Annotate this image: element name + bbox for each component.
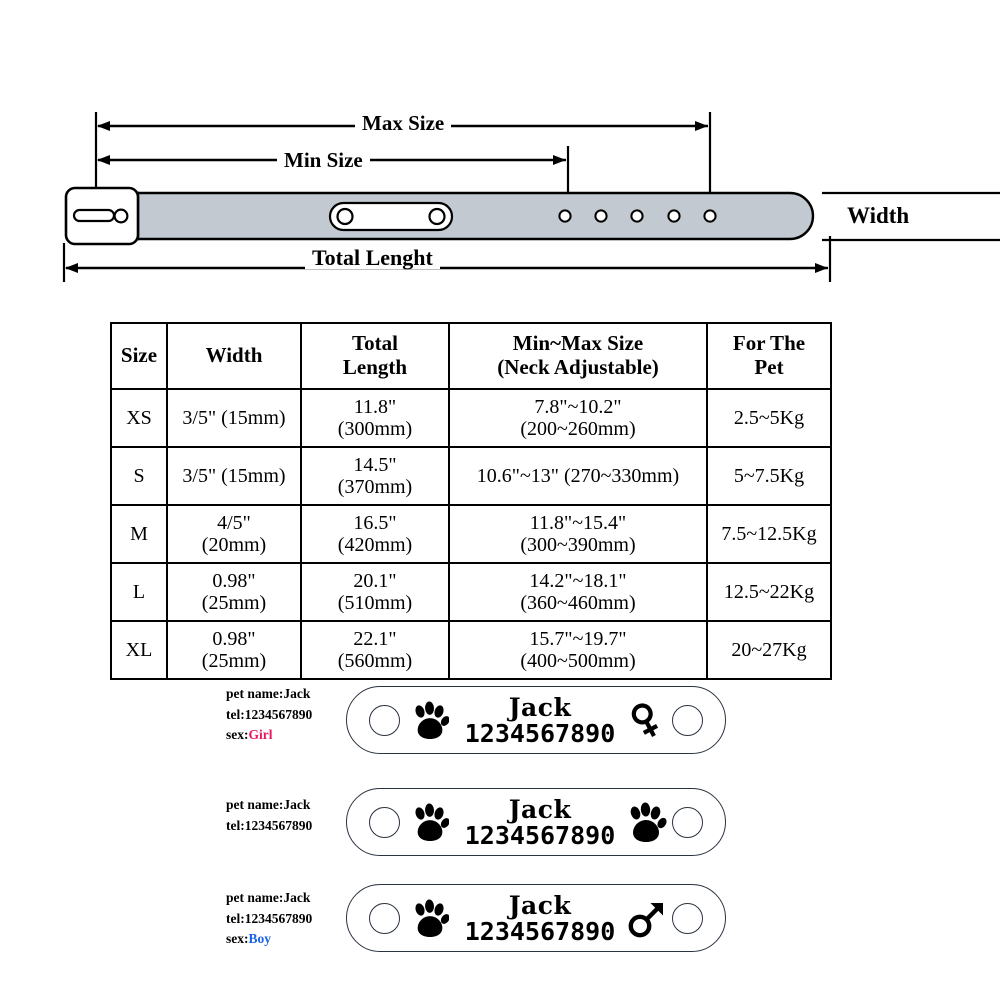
- annotation-pet-name: pet name:Jack: [226, 797, 311, 812]
- tag-phone-number: 1234567890: [464, 917, 616, 947]
- tag-hole-right-icon: [672, 807, 703, 838]
- tag-pet-name: Jack: [508, 891, 572, 920]
- tag-phone-number: 1234567890: [464, 719, 616, 749]
- table-row: S 3/5" (15mm) 14.5" (370mm) 10.6"~13" (2…: [110, 446, 832, 506]
- annotation-sex: sex:Girl: [226, 725, 312, 746]
- total-length-label: Total Lenght: [305, 247, 440, 269]
- cell-total-length: 14.5" (370mm): [300, 446, 450, 506]
- size-chart-table-container: Size Width Total Length Min~Max Size (Ne…: [110, 322, 832, 680]
- cell-width: 4/5" (20mm): [166, 504, 302, 564]
- cell-size: XS: [110, 388, 168, 448]
- annotation-pet-name: pet name:Jack: [226, 890, 311, 905]
- paw-icon: [630, 802, 667, 842]
- cell-for-the-pet: 2.5~5Kg: [706, 388, 832, 448]
- table-header-row: Size Width Total Length Min~Max Size (Ne…: [110, 322, 832, 390]
- cell-size: L: [110, 562, 168, 622]
- id-tag-girl[interactable]: Jack 1234567890: [346, 686, 726, 754]
- tag-hole-left-icon: [369, 807, 400, 838]
- cell-min-max: 11.8"~15.4" (300~390mm): [448, 504, 708, 564]
- tag-hole-left-icon: [369, 903, 400, 934]
- table-row: L 0.98" (25mm) 20.1" (510mm) 14.2"~18.1"…: [110, 562, 832, 622]
- collar-nameplate: [328, 201, 454, 232]
- annotation-sex-value: Girl: [248, 727, 273, 743]
- size-chart-table: Size Width Total Length Min~Max Size (Ne…: [110, 322, 832, 680]
- paw-icon: [415, 899, 449, 938]
- cell-size: XL: [110, 620, 168, 680]
- width-label: Width: [845, 203, 912, 228]
- cell-size: M: [110, 504, 168, 564]
- tag-engraving: Jack 1234567890: [451, 891, 629, 947]
- cell-min-max: 10.6"~13" (270~330mm): [448, 446, 708, 506]
- annotation-tel: tel:1234567890: [226, 817, 313, 833]
- tag-engraving: Jack 1234567890: [451, 693, 629, 749]
- annotation-tel: tel:1234567890: [226, 706, 313, 722]
- buckle-icon: [64, 186, 140, 246]
- cell-width: 0.98" (25mm): [166, 562, 302, 622]
- column-header-min-max-size: Min~Max Size (Neck Adjustable): [448, 322, 708, 390]
- tag-engraving: Jack 1234567890: [451, 795, 629, 851]
- tag-annotation-girl: pet name:Jack tel:1234567890 sex:Girl: [226, 684, 312, 746]
- column-header-total-length: Total Length: [300, 322, 450, 390]
- annotation-sex-label: sex:: [226, 727, 249, 743]
- annotation-sex-value: Boy: [248, 931, 272, 947]
- cell-width: 3/5" (15mm): [166, 388, 302, 448]
- female-symbol-icon: [631, 703, 659, 737]
- cell-min-max: 14.2"~18.1" (360~460mm): [448, 562, 708, 622]
- tag-hole-right-icon: [672, 705, 703, 736]
- cell-width: 3/5" (15mm): [166, 446, 302, 506]
- table-row: M 4/5" (20mm) 16.5" (420mm) 11.8"~15.4" …: [110, 504, 832, 564]
- cell-total-length: 20.1" (510mm): [300, 562, 450, 622]
- tag-pet-name: Jack: [508, 693, 572, 722]
- cell-total-length: 16.5" (420mm): [300, 504, 450, 564]
- cell-for-the-pet: 5~7.5Kg: [706, 446, 832, 506]
- annotation-tel: tel:1234567890: [226, 910, 313, 926]
- id-tag-boy[interactable]: Jack 1234567890: [346, 884, 726, 952]
- tag-phone-number: 1234567890: [464, 821, 616, 851]
- cell-total-length: 22.1" (560mm): [300, 620, 450, 680]
- tag-hole-right-icon: [672, 903, 703, 934]
- male-symbol-icon: [628, 903, 663, 938]
- cell-for-the-pet: 7.5~12.5Kg: [706, 504, 832, 564]
- collar-dimension-diagram: [62, 112, 1000, 282]
- cell-size: S: [110, 446, 168, 506]
- column-header-width: Width: [166, 322, 302, 390]
- min-size-label: Min Size: [277, 150, 370, 171]
- tag-hole-left-icon: [369, 705, 400, 736]
- paw-icon: [415, 701, 449, 740]
- column-header-size: Size: [110, 322, 168, 390]
- annotation-pet-name: pet name:Jack: [226, 686, 311, 701]
- annotation-sex: sex:Boy: [226, 929, 312, 950]
- column-header-for-the-pet: For The Pet: [706, 322, 832, 390]
- cell-for-the-pet: 20~27Kg: [706, 620, 832, 680]
- tag-pet-name: Jack: [508, 795, 572, 824]
- id-tag-neutral[interactable]: Jack 1234567890: [346, 788, 726, 856]
- cell-min-max: 15.7"~19.7" (400~500mm): [448, 620, 708, 680]
- cell-min-max: 7.8"~10.2" (200~260mm): [448, 388, 708, 448]
- cell-width: 0.98" (25mm): [166, 620, 302, 680]
- cell-for-the-pet: 12.5~22Kg: [706, 562, 832, 622]
- table-row: XL 0.98" (25mm) 22.1" (560mm) 15.7"~19.7…: [110, 620, 832, 680]
- cell-total-length: 11.8" (300mm): [300, 388, 450, 448]
- table-row: XS 3/5" (15mm) 11.8" (300mm) 7.8"~10.2" …: [110, 388, 832, 448]
- tag-annotation-boy: pet name:Jack tel:1234567890 sex:Boy: [226, 888, 312, 950]
- max-size-label: Max Size: [355, 113, 452, 134]
- tag-annotation-neutral: pet name:Jack tel:1234567890: [226, 795, 312, 836]
- paw-icon: [415, 803, 449, 842]
- annotation-sex-label: sex:: [226, 931, 249, 947]
